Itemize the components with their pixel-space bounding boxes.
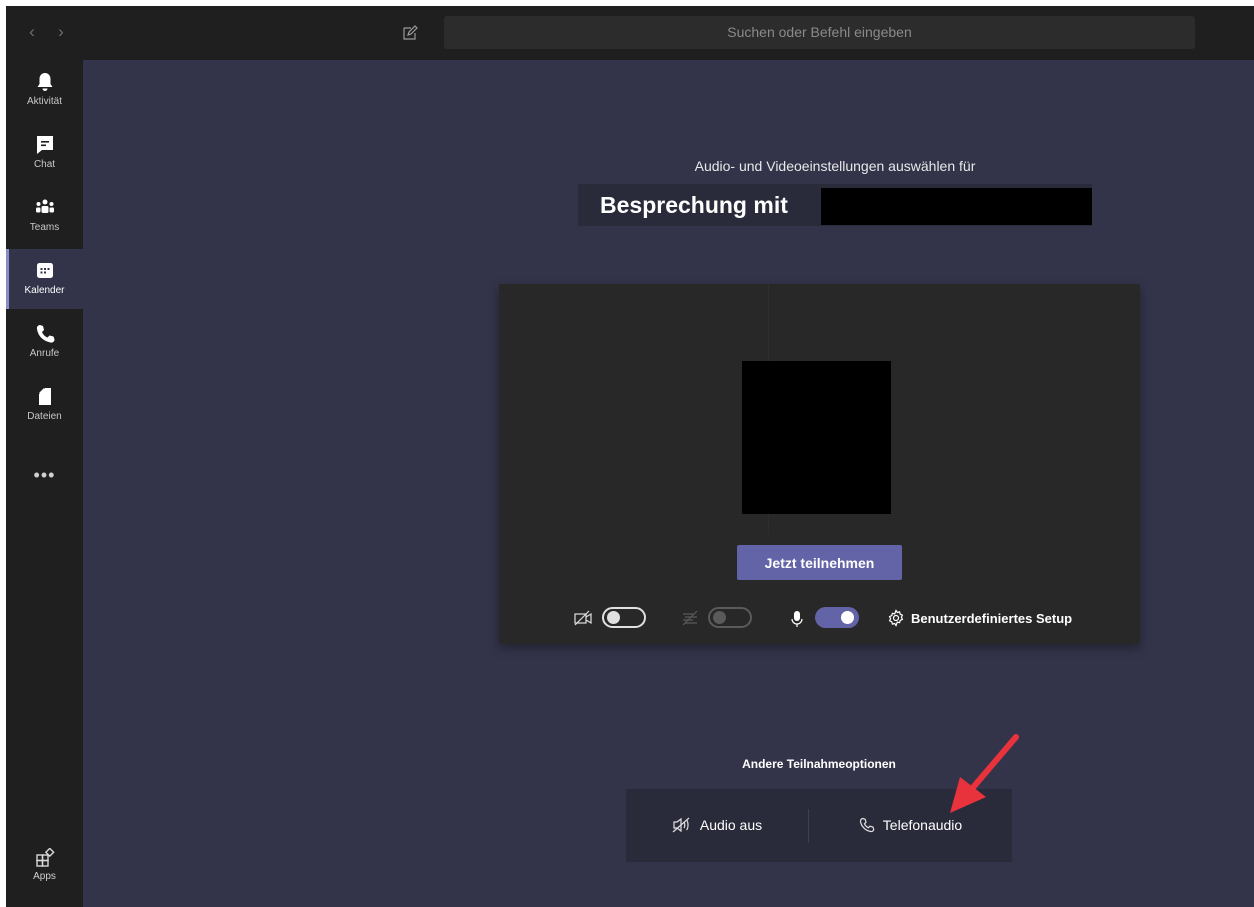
audio-off-button[interactable]: Audio aus	[626, 789, 808, 862]
camera-toggle[interactable]	[602, 607, 646, 628]
rail-item-calls[interactable]: Anrufe	[6, 312, 83, 372]
file-icon	[38, 388, 51, 405]
microphone-toggle[interactable]	[815, 607, 859, 628]
bell-icon	[37, 73, 52, 91]
rail-item-label: Aktivität	[26, 96, 62, 107]
meeting-title: Besprechung mit	[578, 184, 1092, 226]
chat-icon	[36, 136, 53, 154]
audio-off-label: Audio aus	[699, 817, 763, 833]
rail-item-label: Apps	[33, 871, 56, 882]
prejoin-subtitle: Audio- und Videoeinstellungen auswählen …	[694, 158, 976, 174]
teams-window: ‹ › Suchen oder Befehl eingeben Aktivitä…	[6, 6, 1254, 907]
rail-item-label: Kalender	[24, 285, 65, 296]
redacted-avatar	[742, 361, 891, 514]
meeting-title-text: Besprechung mit	[600, 192, 788, 218]
calendar-icon	[36, 263, 53, 278]
rail-item-label: Dateien	[27, 411, 62, 422]
phone-icon	[859, 817, 875, 833]
more-apps-icon[interactable]: •••	[6, 465, 83, 486]
gear-icon	[888, 609, 904, 627]
annotation-arrow-icon	[950, 734, 1019, 813]
rail-item-label: Chat	[33, 159, 56, 170]
search-input[interactable]: Suchen oder Befehl eingeben	[444, 16, 1195, 49]
background-blur-toggle[interactable]	[708, 607, 752, 628]
rail-item-label: Teams	[29, 222, 60, 233]
rail-item-files[interactable]: Dateien	[6, 375, 83, 435]
speaker-off-icon	[672, 817, 690, 833]
custom-setup-label: Benutzerdefiniertes Setup	[911, 611, 1073, 626]
camera-off-icon	[574, 610, 592, 626]
rail-item-activity[interactable]: Aktivität	[6, 60, 83, 120]
device-controls: Benutzerdefiniertes Setup	[499, 602, 1140, 634]
app-bar: Aktivität Chat Teams Kalender Anrufe Dat…	[6, 60, 83, 907]
rail-item-teams[interactable]: Teams	[6, 186, 83, 246]
rail-item-chat[interactable]: Chat	[6, 123, 83, 183]
teams-icon	[35, 199, 54, 213]
apps-icon	[35, 848, 55, 867]
title-bar: ‹ › Suchen oder Befehl eingeben	[6, 6, 1254, 60]
forward-arrow-icon[interactable]: ›	[53, 23, 69, 41]
microphone-icon	[791, 611, 803, 627]
rail-item-apps[interactable]: Apps	[6, 841, 83, 882]
redacted-name-block	[821, 188, 1092, 225]
custom-setup-button[interactable]: Benutzerdefiniertes Setup	[887, 609, 1072, 627]
join-now-button[interactable]: Jetzt teilnehmen	[737, 545, 902, 580]
phone-icon	[36, 325, 54, 343]
compose-icon[interactable]	[402, 25, 418, 41]
video-preview-panel: Jetzt teilnehmen Benutzerdefiniertes Set…	[499, 284, 1140, 644]
back-arrow-icon[interactable]: ‹	[24, 23, 40, 41]
rail-item-calendar[interactable]: Kalender	[6, 249, 83, 309]
rail-item-label: Anrufe	[29, 348, 60, 359]
background-blur-icon	[682, 610, 698, 626]
